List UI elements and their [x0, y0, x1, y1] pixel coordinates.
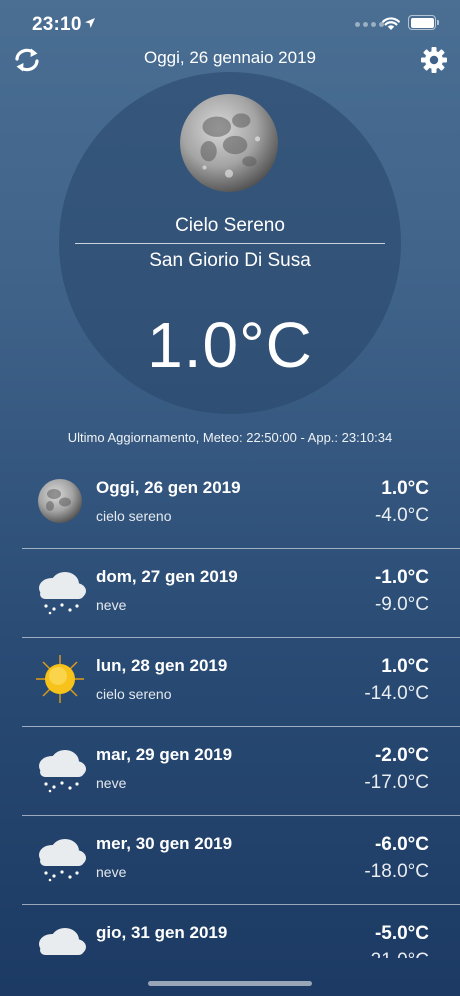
forecast-max-temp: -2.0°C [374, 745, 429, 766]
forecast-row[interactable]: lun, 28 gen 2019 cielo sereno 1.0°C -14.… [0, 638, 460, 727]
forecast-max-temp: 1.0°C [381, 478, 429, 499]
home-indicator[interactable] [148, 981, 312, 986]
forecast-min-temp: -17.0°C [364, 772, 429, 793]
forecast-row[interactable]: mar, 29 gen 2019 neve -2.0°C -17.0°C [0, 727, 460, 816]
wifi-icon [382, 17, 400, 30]
forecast-description: neve [96, 864, 127, 880]
moon-icon [38, 479, 82, 523]
current-city: San Giorio Di Susa [149, 250, 311, 271]
snow-cloud-icon [39, 839, 86, 882]
current-temperature: 1.0°C [147, 309, 313, 381]
forecast-row[interactable]: Oggi, 26 gen 2019 cielo sereno 1.0°C -4.… [0, 460, 460, 549]
status-time: 23:10 [32, 14, 82, 35]
forecast-day: mar, 29 gen 2019 [96, 745, 233, 764]
battery-cap [437, 20, 439, 25]
forecast-min-temp: -14.0°C [364, 683, 429, 704]
forecast-row[interactable]: mer, 30 gen 2019 neve -6.0°C -18.0°C [0, 816, 460, 905]
forecast-row[interactable]: gio, 31 gen 2019 neve -5.0°C -21.0°C [0, 905, 460, 958]
forecast-description: neve [96, 597, 127, 613]
forecast-list[interactable]: Oggi, 26 gen 2019 cielo sereno 1.0°C -4.… [0, 460, 460, 958]
gear-icon [421, 47, 447, 73]
snow-cloud-icon [39, 750, 86, 793]
header-date: Oggi, 26 gennaio 2019 [143, 48, 317, 67]
forecast-day: mer, 30 gen 2019 [96, 834, 233, 853]
forecast-day: Oggi, 26 gen 2019 [96, 478, 241, 497]
hero-divider [75, 243, 385, 244]
settings-button[interactable] [417, 43, 451, 77]
forecast-description: neve [96, 775, 127, 791]
moon-icon [180, 94, 278, 192]
signal-dots-icon [355, 22, 384, 27]
forecast-min-temp: -18.0°C [364, 861, 429, 882]
forecast-max-temp: -6.0°C [374, 834, 429, 855]
forecast-day: gio, 31 gen 2019 [96, 923, 228, 942]
forecast-description: cielo sereno [96, 686, 172, 702]
forecast-day: dom, 27 gen 2019 [96, 567, 238, 586]
forecast-description: neve [96, 953, 126, 958]
forecast-day: lun, 28 gen 2019 [96, 656, 228, 675]
forecast-max-temp: 1.0°C [381, 656, 429, 677]
forecast-min-temp: -21.0°C [364, 950, 429, 958]
status-bar: 23:10 [0, 0, 460, 50]
forecast-min-temp: -9.0°C [374, 594, 429, 615]
forecast-description: cielo sereno [96, 508, 172, 524]
battery-icon [408, 15, 436, 30]
snow-cloud-icon [39, 572, 86, 615]
last-update-text: Ultimo Aggiornamento, Meteo: 22:50:00 - … [67, 430, 393, 445]
forecast-max-temp: -5.0°C [374, 923, 429, 944]
sun-icon [36, 655, 84, 703]
forecast-row[interactable]: dom, 27 gen 2019 neve -1.0°C -9.0°C [0, 549, 460, 638]
snow-cloud-icon [39, 928, 86, 955]
forecast-min-temp: -4.0°C [374, 505, 429, 526]
location-arrow-icon [85, 18, 95, 28]
current-condition: Cielo Sereno [175, 215, 285, 236]
forecast-max-temp: -1.0°C [374, 567, 429, 588]
